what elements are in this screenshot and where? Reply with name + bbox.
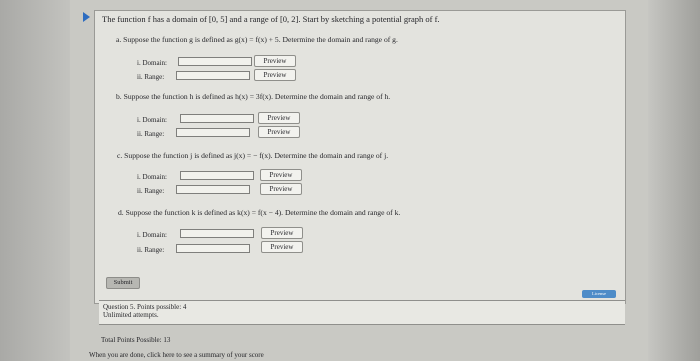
part-d-label: d. Suppose the function k is defined as … — [118, 208, 401, 217]
part-d-domain-input[interactable] — [180, 229, 254, 238]
part-a-range-label: ii. Range: — [137, 73, 165, 81]
part-c-domain-label: i. Domain: — [137, 173, 167, 181]
part-a-range-preview-button[interactable]: Preview — [254, 69, 296, 81]
triangle-right-icon — [83, 12, 90, 22]
part-a-domain-input[interactable] — [178, 57, 252, 66]
total-points-text: Total Points Possible: 13 — [101, 336, 171, 344]
part-c-domain-input[interactable] — [180, 171, 254, 180]
part-c-range-label: ii. Range: — [137, 187, 165, 195]
part-a-label: a. Suppose the function g is defined as … — [116, 35, 398, 44]
part-c-range-input[interactable] — [176, 185, 250, 194]
attempts-text: Unlimited attempts. — [103, 311, 159, 319]
left-shadow-panel — [0, 0, 70, 361]
part-b-domain-label: i. Domain: — [137, 116, 167, 124]
part-d-range-input[interactable] — [176, 244, 250, 253]
part-b-domain-preview-button[interactable]: Preview — [258, 112, 300, 124]
summary-link[interactable]: When you are done, click here to see a s… — [89, 351, 264, 359]
part-a-range-input[interactable] — [176, 71, 250, 80]
part-d-domain-preview-button[interactable]: Preview — [261, 227, 303, 239]
part-b-range-label: ii. Range: — [137, 130, 165, 138]
part-b-range-input[interactable] — [176, 128, 250, 137]
part-b-label: b. Suppose the function h is defined as … — [116, 92, 391, 101]
right-shadow-panel — [648, 0, 700, 361]
part-c-range-preview-button[interactable]: Preview — [260, 183, 302, 195]
points-possible-text: Question 5. Points possible: 4 — [103, 303, 187, 311]
question-intro: The function f has a domain of [0, 5] an… — [102, 14, 440, 24]
part-a-domain-preview-button[interactable]: Preview — [254, 55, 296, 67]
part-c-label: c. Suppose the function j is defined as … — [117, 151, 389, 160]
submit-button[interactable]: Submit — [106, 277, 140, 289]
part-a-domain-label: i. Domain: — [137, 59, 167, 67]
question-info-box: Question 5. Points possible: 4 Unlimited… — [99, 300, 625, 325]
part-d-range-label: ii. Range: — [137, 246, 165, 254]
part-c-domain-preview-button[interactable]: Preview — [260, 169, 302, 181]
part-d-range-preview-button[interactable]: Preview — [261, 241, 303, 253]
part-d-domain-label: i. Domain: — [137, 231, 167, 239]
license-badge[interactable]: License — [582, 290, 616, 298]
part-b-domain-input[interactable] — [180, 114, 254, 123]
part-b-range-preview-button[interactable]: Preview — [258, 126, 300, 138]
